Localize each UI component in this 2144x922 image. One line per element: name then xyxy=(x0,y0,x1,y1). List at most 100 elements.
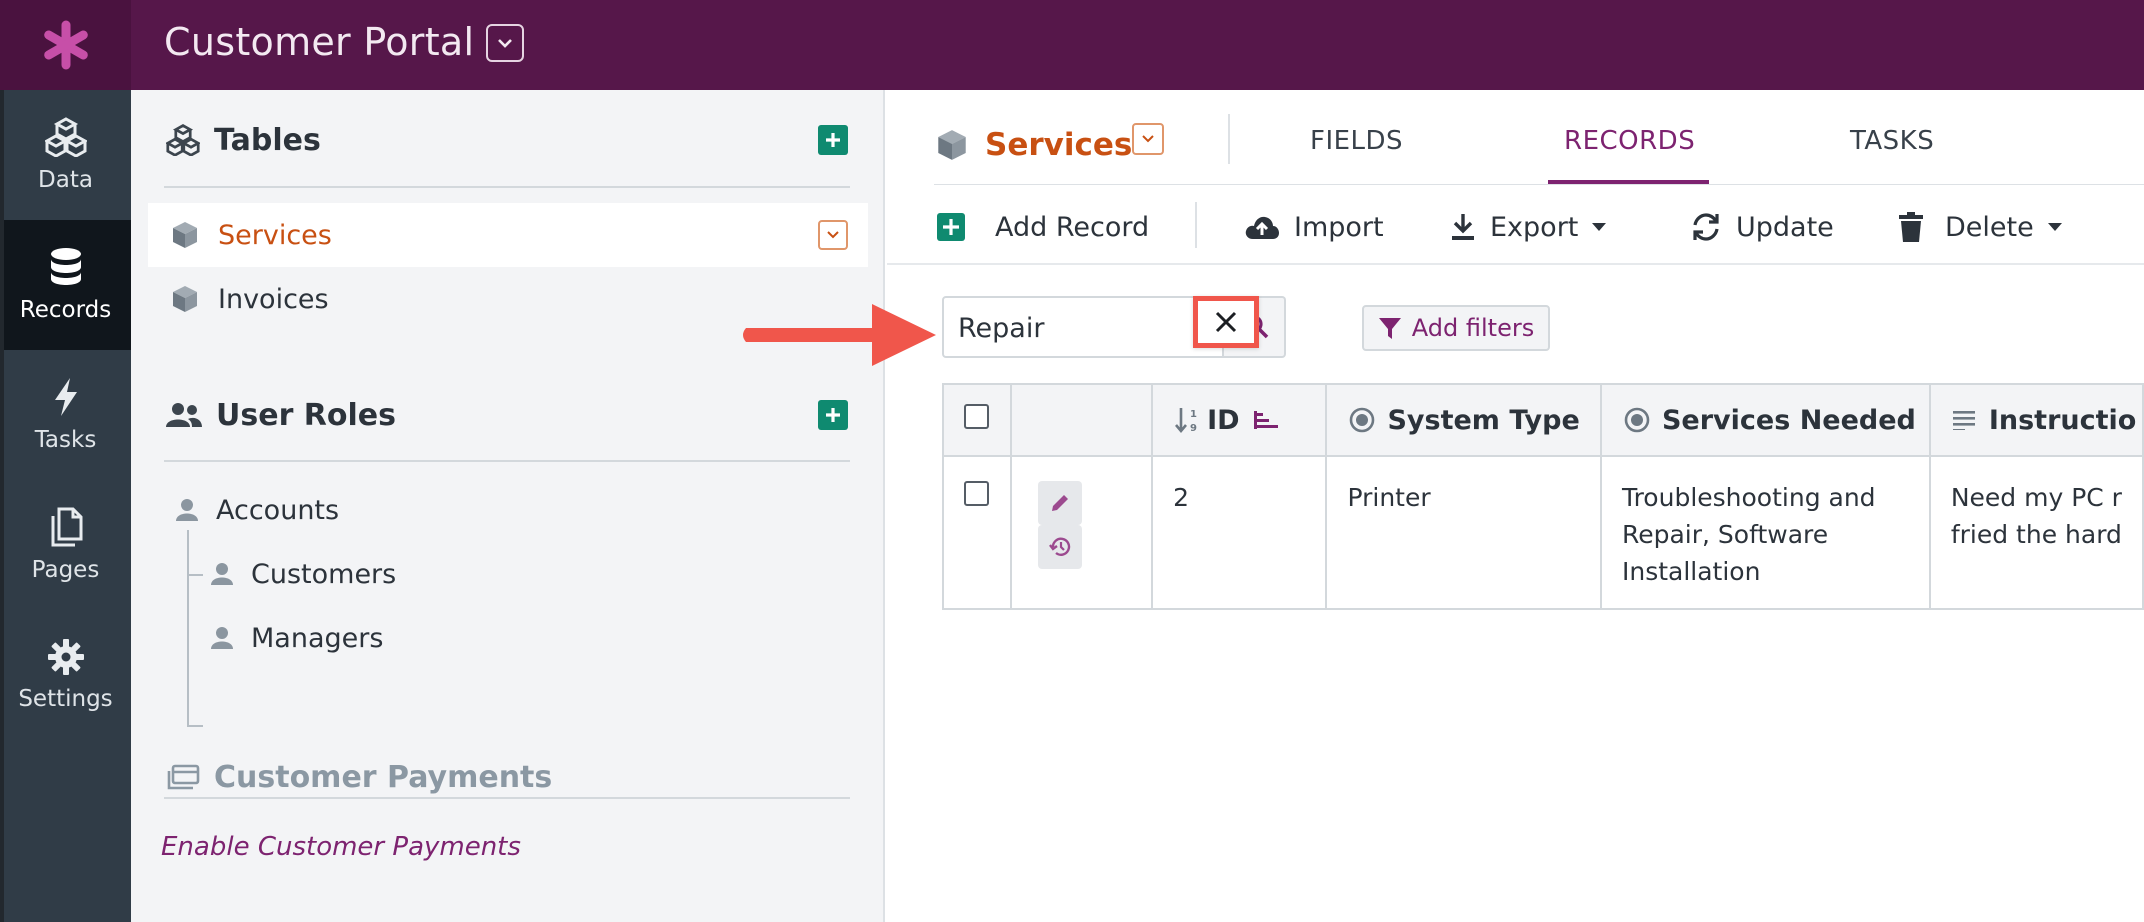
role-item-accounts[interactable]: Accounts xyxy=(176,485,339,535)
chevron-down-icon xyxy=(1142,135,1154,143)
table-options-dropdown[interactable] xyxy=(818,220,848,250)
update-label: Update xyxy=(1736,211,1834,243)
cell-system-type: Printer xyxy=(1325,455,1602,610)
row-select-cell xyxy=(942,455,1012,610)
nav-tasks[interactable]: Tasks xyxy=(0,350,131,480)
pencil-icon xyxy=(1051,495,1068,511)
records-table: 1 9 ID System Type Services Needed Instr… xyxy=(942,383,2144,610)
caret-down-icon xyxy=(2047,223,2062,231)
add-filters-button[interactable]: Add filters xyxy=(1362,305,1550,351)
update-button[interactable]: Update xyxy=(1690,207,1834,247)
nav-edge xyxy=(0,90,4,922)
row-actions-cell xyxy=(1009,455,1154,610)
edit-record-button[interactable] xyxy=(1037,481,1082,525)
role-item-managers[interactable]: Managers xyxy=(211,613,383,663)
sync-icon xyxy=(1693,213,1719,241)
role-item-label: Customers xyxy=(251,558,397,590)
cubes-icon xyxy=(44,117,87,157)
nav-pages[interactable]: Pages xyxy=(0,480,131,610)
clear-search-button[interactable] xyxy=(1193,296,1259,348)
tab-records[interactable]: RECORDS xyxy=(1564,126,1695,156)
object-title-label: Services xyxy=(985,127,1133,163)
search-input[interactable] xyxy=(958,310,1118,346)
import-label: Import xyxy=(1294,211,1384,243)
cube-icon xyxy=(173,286,197,312)
cell-instructions-line: Need my PC r xyxy=(1950,483,2122,512)
role-item-label: Managers xyxy=(251,622,384,654)
asterisk-logo-icon xyxy=(43,20,88,70)
nav-records[interactable]: Records xyxy=(0,220,131,350)
divider xyxy=(1228,114,1230,164)
cell-services-needed: Troubleshooting and Repair, Software Ins… xyxy=(1599,455,1931,610)
table-item-label: Invoices xyxy=(218,283,329,315)
nav-data[interactable]: Data xyxy=(0,90,131,220)
tree-connector xyxy=(187,725,203,727)
column-header-services-needed[interactable]: Services Needed xyxy=(1599,383,1931,457)
download-icon xyxy=(1452,214,1474,240)
select-all-checkbox[interactable] xyxy=(964,404,989,429)
table-header-row: 1 9 ID System Type Services Needed Instr… xyxy=(942,383,2144,457)
filter-icon xyxy=(1378,318,1401,339)
role-item-customers[interactable]: Customers xyxy=(211,549,396,599)
cell-instructions-line: fried the hard xyxy=(1950,520,2122,549)
nav-label: Settings xyxy=(18,686,113,712)
tab-tasks[interactable]: TASKS xyxy=(1850,126,1934,156)
export-label: Export xyxy=(1490,211,1579,243)
import-button[interactable]: Import xyxy=(1244,207,1384,247)
delete-button[interactable]: Delete xyxy=(1899,207,2062,247)
nav-label: Tasks xyxy=(34,427,97,453)
column-header-label: Services Needed xyxy=(1661,404,1916,436)
history-icon xyxy=(1048,537,1070,556)
close-icon xyxy=(1215,311,1237,333)
nav-settings[interactable]: Settings xyxy=(0,610,131,740)
column-header-label: Instructio xyxy=(1988,404,2137,436)
cloud-upload-icon xyxy=(1245,216,1279,239)
records-toolbar: Add Record Import Export Update Delete xyxy=(887,185,2144,265)
column-header-label: ID xyxy=(1207,404,1240,436)
cell-id: 2 xyxy=(1151,455,1328,610)
tree-connector xyxy=(187,530,189,726)
cubes-icon xyxy=(166,124,200,156)
cube-icon xyxy=(938,130,966,160)
database-icon xyxy=(50,248,81,285)
app-logo[interactable] xyxy=(0,0,131,90)
customer-payments-header: Customer Payments xyxy=(166,752,552,802)
customer-payments-title: Customer Payments xyxy=(214,759,553,795)
radio-field-icon xyxy=(1624,407,1650,433)
records-view: Services FIELDS RECORDS TASKS Add Record… xyxy=(887,90,2144,922)
add-user-role-button[interactable] xyxy=(818,400,848,430)
svg-text:1: 1 xyxy=(1190,409,1197,420)
delete-label: Delete xyxy=(1945,211,2034,243)
tab-fields[interactable]: FIELDS xyxy=(1310,126,1403,156)
export-button[interactable]: Export xyxy=(1450,207,1607,247)
add-record-button[interactable]: Add Record xyxy=(937,207,1149,247)
radio-field-icon xyxy=(1350,407,1375,433)
user-roles-title: User Roles xyxy=(216,397,396,433)
plus-icon xyxy=(826,408,840,422)
add-table-button[interactable] xyxy=(818,125,848,155)
plus-square-icon xyxy=(937,213,965,241)
role-item-label: Accounts xyxy=(216,494,340,526)
object-options-dropdown[interactable] xyxy=(1132,123,1164,155)
cell-instructions: Need my PC r fried the hard xyxy=(1928,455,2144,610)
left-nav: Data Records Tasks Pages Settings xyxy=(0,90,131,922)
enable-customer-payments-link[interactable]: Enable Customer Payments xyxy=(161,832,521,862)
cube-icon xyxy=(173,222,197,248)
divider xyxy=(164,460,850,462)
table-item-services[interactable]: Services xyxy=(148,203,868,267)
tables-title: Tables xyxy=(214,122,321,158)
record-history-button[interactable] xyxy=(1037,525,1082,569)
divider xyxy=(164,797,850,799)
user-roles-header: User Roles xyxy=(166,390,396,440)
column-header-id[interactable]: 1 9 ID xyxy=(1151,383,1328,457)
top-bar: Customer Portal xyxy=(0,0,2144,90)
bolt-icon xyxy=(54,378,77,416)
table-item-label: Services xyxy=(218,219,332,251)
column-header-instructions[interactable]: Instructio xyxy=(1928,383,2144,457)
app-switcher-dropdown[interactable] xyxy=(486,24,524,62)
row-checkbox[interactable] xyxy=(964,481,989,506)
column-header-label: System Type xyxy=(1387,404,1580,436)
column-header-system-type[interactable]: System Type xyxy=(1325,383,1602,457)
payment-card-icon xyxy=(167,764,200,790)
add-record-label: Add Record xyxy=(995,211,1150,243)
